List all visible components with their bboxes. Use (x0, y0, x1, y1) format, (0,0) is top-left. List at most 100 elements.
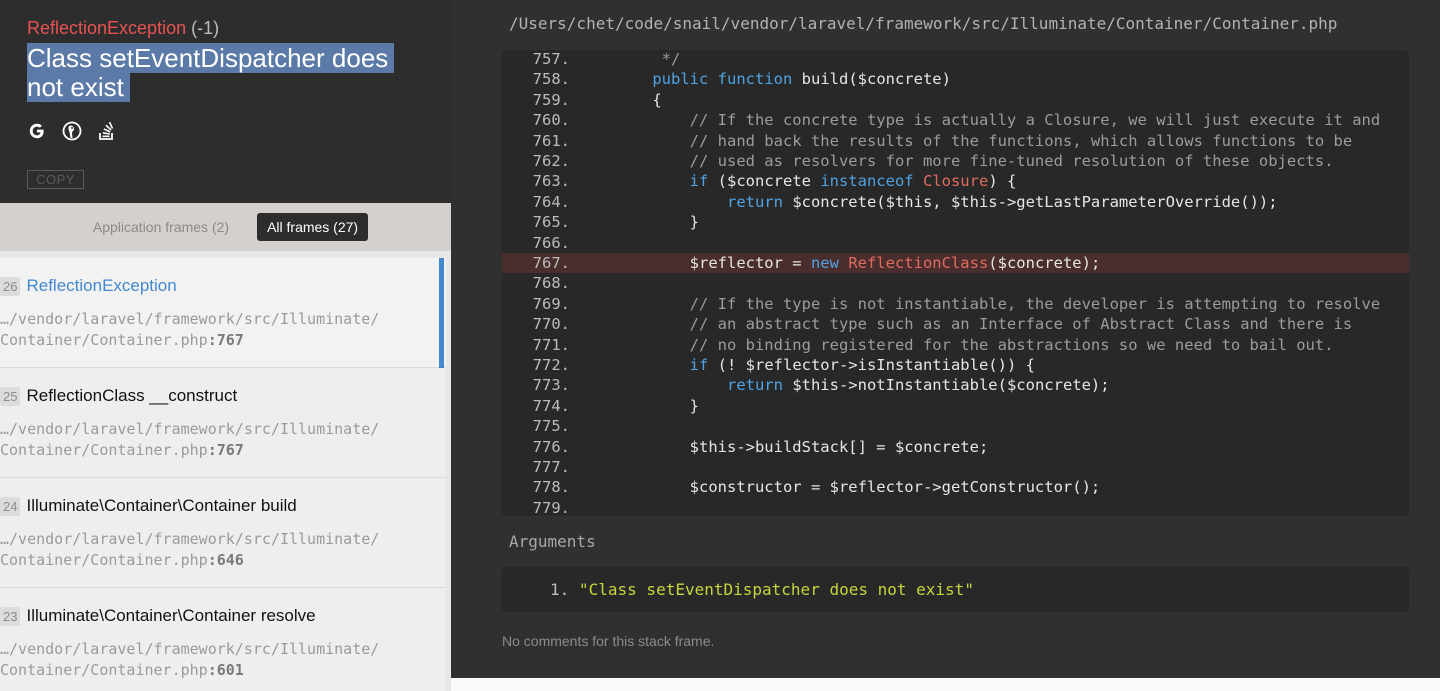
frame-index: 23 (0, 606, 21, 626)
line-number: 779. (532, 498, 570, 516)
code-token: $concrete($this, $this->getLastParameter… (782, 192, 1278, 211)
list-item[interactable]: 25 ReflectionClass __construct …/vendor/… (0, 368, 446, 478)
line-number: 771. (532, 335, 570, 354)
argument-value[interactable]: "Class setEventDispatcher does not exist… (579, 580, 974, 599)
line-number: 776. (532, 437, 570, 456)
frame-details-panel: /Users/chet/code/snail/vendor/laravel/fr… (451, 0, 1440, 678)
frame-path-dir: …/vendor/laravel/framework/src/Illuminat… (0, 530, 380, 548)
code-line: 759. { (502, 90, 1409, 110)
line-code: $constructor = $reflector->getConstructo… (615, 477, 1101, 497)
code-line: 772. if (! $reflector->isInstantiable())… (502, 355, 1409, 375)
line-number: 762. (532, 152, 570, 170)
line-number: 767. (532, 254, 570, 272)
code-line: 763. if ($concrete instanceof Closure) { (502, 171, 1409, 191)
frame-title: Illuminate\Container\Container build (26, 496, 297, 515)
exception-type: ReflectionException (27, 18, 187, 38)
line-number: 777. (532, 458, 570, 476)
line-code: $this->buildStack[] = $concrete; (615, 437, 989, 457)
line-number: 760. (532, 111, 570, 130)
list-item[interactable]: 23 Illuminate\Container\Container resolv… (0, 588, 446, 691)
code-token: // If the type is not instantiable, the … (615, 294, 1381, 313)
frame-line-number: :767 (207, 331, 244, 349)
code-token: $reflector = (615, 254, 811, 272)
code-line: 757. */ (502, 50, 1409, 69)
code-token: { (615, 90, 662, 109)
frame-line-number: :767 (207, 441, 244, 459)
code-token: } (615, 396, 699, 415)
code-line: 779. (502, 498, 1409, 516)
line-code: // If the concrete type is actually a Cl… (615, 110, 1381, 130)
line-code: */ (615, 50, 681, 69)
line-number: 765. (532, 213, 570, 232)
line-number: 774. (532, 396, 570, 415)
line-code: return $concrete($this, $this->getLastPa… (615, 192, 1278, 212)
code-token: $this->buildStack[] = $concrete; (615, 437, 989, 456)
code-token: if (689, 172, 709, 191)
code-line: 775. (502, 416, 1409, 436)
code-token: function (717, 70, 793, 89)
code-viewer[interactable]: 757. */758. public function build($concr… (502, 50, 1409, 516)
line-code: if (! $reflector->isInstantiable()) { (615, 355, 1035, 375)
line-code: // an abstract type such as an Interface… (615, 314, 1353, 334)
frame-path: …/vendor/laravel/framework/src/Illuminat… (0, 639, 379, 681)
frame-head: 25 ReflectionClass __construct (0, 386, 237, 406)
exception-message[interactable]: Class setEventDispatcher does not exist (27, 43, 395, 102)
code-token: return (726, 376, 783, 395)
code-line: 766. (502, 233, 1409, 253)
list-item[interactable]: 24 Illuminate\Container\Container build … (0, 478, 446, 588)
tab-all-frames[interactable]: All frames (27) (257, 213, 369, 241)
line-number: 769. (532, 294, 570, 313)
frame-path-dir: …/vendor/laravel/framework/src/Illuminat… (0, 310, 380, 328)
line-code: // no binding registered for the abstrac… (615, 335, 1334, 355)
stackoverflow-icon[interactable] (97, 120, 117, 142)
frame-path-file: Container/Container.php (0, 331, 208, 349)
search-links (27, 120, 117, 142)
frame-index: 25 (0, 386, 21, 406)
code-token: // no binding registered for the abstrac… (615, 335, 1334, 354)
line-code: // hand back the results of the function… (615, 131, 1353, 151)
duckduckgo-icon[interactable] (62, 120, 82, 142)
frame-title: Illuminate\Container\Container resolve (26, 606, 316, 625)
code-line: 773. return $this->notInstantiable($conc… (502, 375, 1409, 395)
code-token: return (726, 192, 783, 211)
copy-button[interactable]: COPY (27, 170, 84, 189)
frame-index: 24 (0, 496, 21, 516)
arguments-box: 1. "Class setEventDispatcher does not ex… (502, 567, 1409, 612)
frame-index: 26 (0, 276, 21, 296)
exception-message-block[interactable]: Class setEventDispatcher does not exist (27, 43, 417, 102)
code-token: } (615, 213, 699, 232)
argument-number: 1. (550, 580, 570, 599)
frame-path: …/vendor/laravel/framework/src/Illuminat… (0, 529, 379, 571)
code-token: // an abstract type such as an Interface… (615, 315, 1353, 334)
code-line: 777. (502, 457, 1409, 477)
line-number: 768. (532, 274, 570, 293)
line-number: 763. (532, 172, 570, 191)
list-item[interactable]: 26 ReflectionException …/vendor/laravel/… (0, 258, 446, 368)
frame-title: ReflectionClass __construct (26, 386, 238, 405)
no-comments-text: No comments for this stack frame. (502, 633, 715, 649)
frame-path: …/vendor/laravel/framework/src/Illuminat… (0, 309, 379, 351)
line-code: } (615, 212, 699, 232)
tab-application-frames[interactable]: Application frames (2) (83, 213, 239, 241)
code-token: ($concrete); (988, 254, 1101, 272)
frame-filter-tabs: Application frames (2) All frames (27) (0, 203, 451, 251)
line-code: // If the type is not instantiable, the … (615, 294, 1381, 314)
code-line: 767. $reflector = new ReflectionClass($c… (502, 253, 1409, 274)
frame-list: 26 ReflectionException …/vendor/laravel/… (0, 258, 446, 691)
code-token: */ (615, 50, 681, 68)
line-code: { (615, 90, 662, 110)
code-line: 776. $this->buildStack[] = $concrete; (502, 437, 1409, 457)
line-code: } (615, 396, 699, 416)
code-token: Closure (922, 172, 989, 191)
google-icon[interactable] (27, 120, 47, 142)
frame-path-file: Container/Container.php (0, 551, 208, 569)
file-path[interactable]: /Users/chet/code/snail/vendor/laravel/fr… (509, 14, 1337, 33)
left-panel: ReflectionException (-1) Class setEventD… (0, 0, 451, 691)
